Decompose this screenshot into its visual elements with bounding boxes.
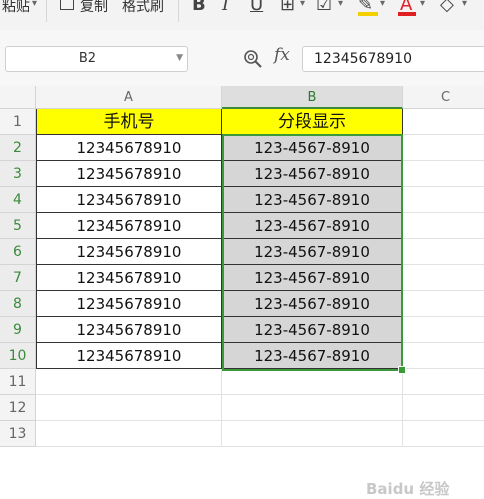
cell-b3[interactable]: 123-4567-8910 bbox=[222, 161, 403, 187]
cell-b6[interactable]: 123-4567-8910 bbox=[222, 239, 403, 265]
font-color-dropdown-icon[interactable]: ▾ bbox=[420, 0, 425, 9]
cell-c3[interactable] bbox=[403, 161, 484, 187]
row-header-4[interactable]: 4 bbox=[0, 187, 36, 213]
cell-b1[interactable]: 分段显示 bbox=[222, 109, 403, 135]
cell-b9[interactable]: 123-4567-8910 bbox=[222, 317, 403, 343]
toolbar-divider bbox=[178, 0, 179, 22]
fill-handle[interactable] bbox=[398, 366, 406, 374]
cell-c11[interactable] bbox=[403, 369, 484, 395]
cell-c2[interactable] bbox=[403, 135, 484, 161]
watermark: Baidu 经验 bbox=[366, 480, 450, 498]
cell-a12[interactable] bbox=[36, 395, 222, 421]
copy-icon[interactable] bbox=[60, 0, 74, 10]
cell-a2[interactable]: 12345678910 bbox=[36, 135, 222, 161]
row-header-5[interactable]: 5 bbox=[0, 213, 36, 239]
row-header-6[interactable]: 6 bbox=[0, 239, 36, 265]
border-icon[interactable]: ⊞ bbox=[280, 0, 295, 16]
cell-a7[interactable]: 12345678910 bbox=[36, 265, 222, 291]
row-header-7[interactable]: 7 bbox=[0, 265, 36, 291]
cell-c13[interactable] bbox=[403, 421, 484, 447]
cell-b11[interactable] bbox=[222, 369, 403, 395]
cell-c5[interactable] bbox=[403, 213, 484, 239]
cell-a8[interactable]: 12345678910 bbox=[36, 291, 222, 317]
toolbar-divider bbox=[46, 0, 47, 22]
row-header-12[interactable]: 12 bbox=[0, 395, 36, 421]
row-header-8[interactable]: 8 bbox=[0, 291, 36, 317]
column-header-a[interactable]: A bbox=[36, 86, 222, 109]
row-header-2[interactable]: 2 bbox=[0, 135, 36, 161]
clear-dropdown-icon[interactable]: ▾ bbox=[462, 0, 467, 9]
cell-c4[interactable] bbox=[403, 187, 484, 213]
column-header-b[interactable]: B bbox=[222, 86, 403, 109]
cell-a13[interactable] bbox=[36, 421, 222, 447]
name-box-value: B2 bbox=[78, 51, 97, 66]
fill-style-icon[interactable]: ☑ bbox=[316, 0, 332, 16]
row-header-1[interactable]: 1 bbox=[0, 109, 36, 135]
cell-b10[interactable]: 123-4567-8910 bbox=[222, 343, 403, 369]
fill-color-swatch bbox=[358, 12, 378, 16]
font-color-swatch bbox=[398, 12, 416, 16]
cell-c6[interactable] bbox=[403, 239, 484, 265]
chevron-down-icon[interactable]: ▼ bbox=[176, 53, 183, 63]
bold-button[interactable]: B bbox=[192, 0, 206, 16]
cell-a6[interactable]: 12345678910 bbox=[36, 239, 222, 265]
cell-b12[interactable] bbox=[222, 395, 403, 421]
fx-icon[interactable]: fx bbox=[274, 45, 290, 65]
copy-button[interactable]: 复制 bbox=[80, 0, 108, 16]
fill-color-dropdown-icon[interactable]: ▾ bbox=[380, 0, 385, 9]
cell-a1[interactable]: 手机号 bbox=[36, 109, 222, 135]
cell-c12[interactable] bbox=[403, 395, 484, 421]
cell-b4[interactable]: 123-4567-8910 bbox=[222, 187, 403, 213]
cell-c1[interactable] bbox=[403, 109, 484, 135]
style-dropdown-icon[interactable]: ▾ bbox=[338, 0, 343, 9]
cell-b7[interactable]: 123-4567-8910 bbox=[222, 265, 403, 291]
formula-value: 12345678910 bbox=[314, 51, 412, 67]
cell-a4[interactable]: 12345678910 bbox=[36, 187, 222, 213]
cell-b8[interactable]: 123-4567-8910 bbox=[222, 291, 403, 317]
paste-button[interactable]: 粘贴 bbox=[2, 0, 30, 16]
row-header-11[interactable]: 11 bbox=[0, 369, 36, 395]
underline-button[interactable]: U bbox=[250, 0, 263, 16]
italic-button[interactable]: I bbox=[222, 0, 229, 16]
formula-input[interactable]: 12345678910 bbox=[302, 46, 484, 72]
cell-c9[interactable] bbox=[403, 317, 484, 343]
cell-a5[interactable]: 12345678910 bbox=[36, 213, 222, 239]
select-all-corner[interactable] bbox=[0, 86, 36, 109]
cell-c7[interactable] bbox=[403, 265, 484, 291]
row-header-9[interactable]: 9 bbox=[0, 317, 36, 343]
zoom-icon[interactable] bbox=[243, 49, 263, 69]
cell-c8[interactable] bbox=[403, 291, 484, 317]
cell-b2[interactable]: 123-4567-8910 bbox=[222, 135, 403, 161]
toolbar: 粘贴 ▾ 复制 格式刷 B I U ⊞ ▾ ☑ ▾ ✎ ▾ A ▾ ◇ ▾ bbox=[0, 0, 484, 31]
spreadsheet-grid: A B C 1 2 3 4 5 6 7 8 9 10 11 12 13 手机号 … bbox=[0, 86, 484, 498]
formula-bar: B2 ▼ fx 12345678910 bbox=[0, 30, 484, 87]
cell-c10[interactable] bbox=[403, 343, 484, 369]
cell-a9[interactable]: 12345678910 bbox=[36, 317, 222, 343]
cell-a11[interactable] bbox=[36, 369, 222, 395]
cell-a3[interactable]: 12345678910 bbox=[36, 161, 222, 187]
row-header-13[interactable]: 13 bbox=[0, 421, 36, 447]
row-header-3[interactable]: 3 bbox=[0, 161, 36, 187]
row-header-10[interactable]: 10 bbox=[0, 343, 36, 369]
border-dropdown-icon[interactable]: ▾ bbox=[300, 0, 305, 9]
paste-dropdown-icon[interactable]: ▾ bbox=[32, 0, 37, 9]
eraser-icon[interactable]: ◇ bbox=[440, 0, 454, 16]
cell-b13[interactable] bbox=[222, 421, 403, 447]
column-header-c[interactable]: C bbox=[403, 86, 484, 109]
cell-a10[interactable]: 12345678910 bbox=[36, 343, 222, 369]
name-box[interactable]: B2 ▼ bbox=[5, 46, 188, 72]
cell-b5[interactable]: 123-4567-8910 bbox=[222, 213, 403, 239]
format-painter-button[interactable]: 格式刷 bbox=[122, 0, 164, 16]
